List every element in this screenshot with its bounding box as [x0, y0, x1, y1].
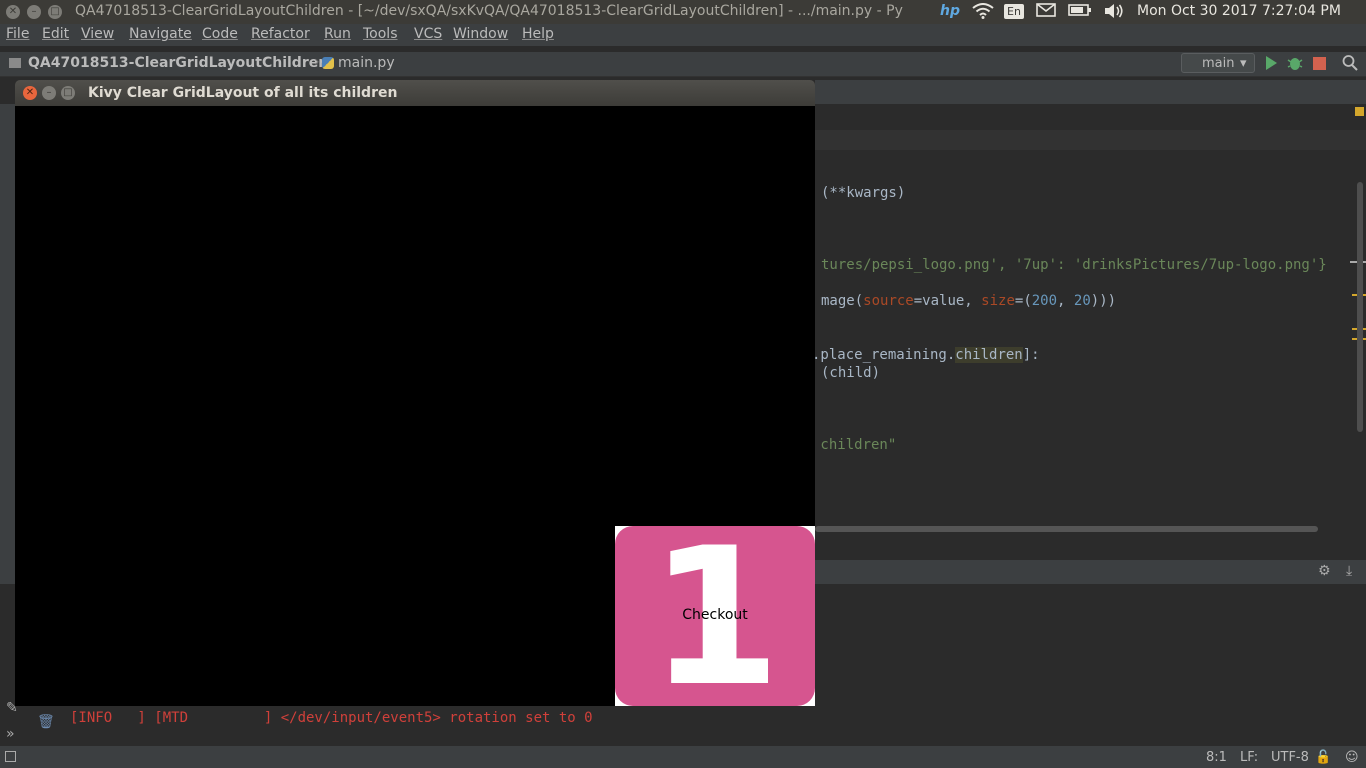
code-line: mage(source=value, size=(200, 20))): [821, 293, 1117, 309]
mail-icon[interactable]: [1036, 3, 1056, 21]
code-line: .place_remaining.children]:: [812, 347, 1040, 363]
editor-horizontal-scrollbar[interactable]: [815, 526, 1318, 532]
menu-help[interactable]: Help: [522, 26, 554, 42]
expand-icon[interactable]: »: [6, 726, 15, 742]
close-window-button[interactable]: ✕: [6, 5, 20, 19]
menu-view[interactable]: View: [81, 26, 114, 42]
editor-tab-bar: [815, 80, 1366, 104]
status-bar: 8:1 LF: UTF-8 🔓 ☺: [0, 746, 1366, 768]
volume-icon[interactable]: [1103, 3, 1125, 23]
hp-logo-icon: hp: [940, 3, 960, 19]
breadcrumb-separator-icon: ›: [314, 54, 320, 70]
menu-window[interactable]: Window: [453, 26, 508, 42]
code-line: (child): [821, 365, 881, 381]
search-icon[interactable]: [1342, 54, 1358, 76]
keyboard-layout-indicator[interactable]: En: [1004, 4, 1024, 19]
chevron-down-icon: ▾: [1240, 56, 1247, 71]
run-configuration-dropdown[interactable]: main ▾: [1181, 53, 1255, 73]
caret-position[interactable]: 8:1: [1206, 750, 1227, 765]
menu-edit[interactable]: Edit: [42, 26, 69, 42]
navigation-bar: QA47018513-ClearGridLayoutChildren › mai…: [0, 52, 1366, 77]
notifications-icon[interactable]: ☺: [1345, 750, 1359, 765]
battery-icon[interactable]: [1068, 3, 1092, 21]
checkout-label: Checkout: [682, 607, 748, 623]
kivy-maximize-button[interactable]: □: [61, 86, 75, 100]
window-title: QA47018513-ClearGridLayoutChildren - [~/…: [75, 3, 903, 19]
toggle-tool-windows-icon[interactable]: [5, 751, 16, 762]
kivy-window-title: Kivy Clear GridLayout of all its childre…: [88, 85, 398, 101]
debug-icon[interactable]: [1287, 55, 1303, 75]
code-editor[interactable]: [815, 150, 1355, 530]
checkout-tile: 1 Checkout: [615, 526, 815, 706]
run-configuration-label: main: [1202, 56, 1235, 71]
menu-tools[interactable]: Tools: [363, 26, 398, 42]
trash-icon[interactable]: 🗑: [37, 714, 55, 730]
breadcrumb-file[interactable]: main.py: [338, 55, 395, 71]
editor-breadcrumb-bar: [815, 130, 1366, 150]
menu-bar: File Edit View Navigate Code Refactor Ru…: [0, 24, 1366, 46]
menu-code[interactable]: Code: [202, 26, 238, 42]
folder-icon: [9, 58, 21, 68]
system-top-panel: ✕ – □ QA47018513-ClearGridLayoutChildren…: [0, 0, 1366, 24]
file-encoding[interactable]: UTF-8: [1271, 750, 1309, 765]
menu-refactor[interactable]: Refactor: [251, 26, 310, 42]
clock[interactable]: Mon Oct 30 2017 7:27:04 PM: [1137, 3, 1341, 19]
code-line: (**kwargs): [821, 185, 906, 201]
menu-navigate[interactable]: Navigate: [129, 26, 192, 42]
menu-run[interactable]: Run: [324, 26, 351, 42]
inspection-status-icon[interactable]: [1355, 107, 1364, 116]
python-file-icon: [322, 57, 334, 69]
run-icon[interactable]: [1264, 54, 1278, 76]
hide-panel-icon[interactable]: ⤓: [1346, 563, 1352, 579]
kivy-minimize-button[interactable]: –: [42, 86, 56, 100]
menu-vcs[interactable]: VCS: [414, 26, 442, 42]
menu-file[interactable]: File: [6, 26, 29, 42]
code-line: tures/pepsi_logo.png', '7up': 'drinksPic…: [821, 257, 1327, 273]
editor-vertical-scrollbar[interactable]: [1357, 182, 1363, 432]
code-line: children": [812, 437, 897, 453]
kivy-window-titlebar[interactable]: ✕ – □ Kivy Clear GridLayout of all its c…: [15, 80, 815, 106]
console-output-line: [INFO ] [MTD ] </dev/input/event5> rotat…: [70, 710, 593, 726]
line-separator[interactable]: LF:: [1240, 750, 1258, 765]
breadcrumb-project[interactable]: QA47018513-ClearGridLayoutChildren: [28, 55, 328, 71]
gear-icon[interactable]: ⚙: [1318, 563, 1331, 579]
wifi-icon[interactable]: [972, 3, 994, 23]
lock-icon[interactable]: 🔓: [1315, 750, 1331, 765]
maximize-window-button[interactable]: □: [48, 5, 62, 19]
kivy-close-button[interactable]: ✕: [23, 86, 37, 100]
minimize-window-button[interactable]: –: [27, 5, 41, 19]
checkout-button[interactable]: 1 Checkout: [615, 526, 815, 706]
stop-icon[interactable]: [1313, 57, 1326, 70]
